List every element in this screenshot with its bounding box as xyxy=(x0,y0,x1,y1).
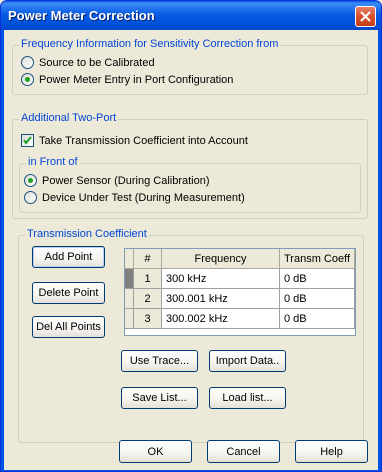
row-number: 2 xyxy=(134,289,162,309)
radio-label: Power Meter Entry in Port Configuration xyxy=(39,74,234,86)
row-selector[interactable] xyxy=(125,269,134,289)
delete-point-label: Delete Point xyxy=(38,287,99,299)
radio-circle[interactable] xyxy=(21,73,34,86)
table-row[interactable]: 3 300.002 kHz 0 dB xyxy=(125,309,355,329)
dialog-window: Power Meter Correction Frequency Informa… xyxy=(0,0,382,472)
dialog-client: Frequency Information for Sensitivity Co… xyxy=(4,30,378,470)
column-header-transm-coeff[interactable]: Transm Coeff xyxy=(280,249,355,269)
row-number: 1 xyxy=(134,269,162,289)
radio-circle[interactable] xyxy=(24,174,37,187)
import-data-label: Import Data.. xyxy=(215,355,280,367)
header-corner xyxy=(125,249,134,269)
checkbox-label: Take Transmission Coefficient into Accou… xyxy=(39,135,248,147)
radio-label: Source to be Calibrated xyxy=(39,57,155,69)
checkbox-box[interactable] xyxy=(21,134,34,147)
delete-point-button[interactable]: Delete Point xyxy=(32,282,105,304)
frequency-cell[interactable]: 300.002 kHz xyxy=(162,309,280,329)
close-button[interactable] xyxy=(355,6,376,27)
save-list-label: Save List... xyxy=(132,392,187,404)
two-port-legend: Additional Two-Port xyxy=(19,112,119,124)
row-number: 3 xyxy=(134,309,162,329)
title-bar[interactable]: Power Meter Correction xyxy=(1,1,381,30)
radio-label: Device Under Test (During Measurement) xyxy=(42,192,245,204)
radio-circle[interactable] xyxy=(24,191,37,204)
save-list-button[interactable]: Save List... xyxy=(121,387,198,409)
help-button[interactable]: Help xyxy=(295,440,368,463)
ok-label: OK xyxy=(147,445,164,458)
load-list-label: Load list... xyxy=(222,392,273,404)
frequency-info-group: Frequency Information for Sensitivity Co… xyxy=(12,38,368,95)
two-port-group: Additional Two-Port Take Transmission Co… xyxy=(12,112,368,219)
close-icon xyxy=(360,11,371,22)
table-row[interactable]: 2 300.001 kHz 0 dB xyxy=(125,289,355,309)
transm-coeff-cell[interactable]: 0 dB xyxy=(280,269,355,289)
frequency-cell[interactable]: 300.001 kHz xyxy=(162,289,280,309)
table-header: # Frequency Transm Coeff xyxy=(125,249,355,269)
row-selector[interactable] xyxy=(125,309,134,329)
in-front-of-legend: in Front of xyxy=(26,156,80,168)
add-point-button[interactable]: Add Point xyxy=(32,246,105,268)
transmission-table[interactable]: # Frequency Transm Coeff 1 300 kHz 0 dB … xyxy=(124,248,356,336)
column-header-number[interactable]: # xyxy=(134,249,162,269)
window-title: Power Meter Correction xyxy=(8,8,155,23)
help-label: Help xyxy=(320,445,343,458)
use-trace-label: Use Trace... xyxy=(129,355,190,367)
checkmark-icon xyxy=(23,136,32,145)
radio-label: Power Sensor (During Calibration) xyxy=(42,175,210,187)
row-selector[interactable] xyxy=(125,289,134,309)
in-front-of-group: in Front of Power Sensor (During Calibra… xyxy=(19,156,361,213)
import-data-button[interactable]: Import Data.. xyxy=(209,350,286,372)
del-all-points-label: Del All Points xyxy=(36,321,101,333)
radio-circle[interactable] xyxy=(21,56,34,69)
transmission-coefficient-legend: Transmission Coefficient xyxy=(25,228,149,240)
frequency-info-legend: Frequency Information for Sensitivity Co… xyxy=(19,38,281,50)
use-trace-button[interactable]: Use Trace... xyxy=(121,350,198,372)
frequency-cell[interactable]: 300 kHz xyxy=(162,269,280,289)
del-all-points-button[interactable]: Del All Points xyxy=(32,316,105,338)
table-row[interactable]: 1 300 kHz 0 dB xyxy=(125,269,355,289)
cancel-button[interactable]: Cancel xyxy=(207,440,280,463)
add-point-label: Add Point xyxy=(44,251,93,263)
cancel-label: Cancel xyxy=(226,445,261,458)
ok-button[interactable]: OK xyxy=(119,440,192,463)
transm-coeff-cell[interactable]: 0 dB xyxy=(280,309,355,329)
load-list-button[interactable]: Load list... xyxy=(209,387,286,409)
transm-coeff-cell[interactable]: 0 dB xyxy=(280,289,355,309)
column-header-frequency[interactable]: Frequency xyxy=(162,249,280,269)
